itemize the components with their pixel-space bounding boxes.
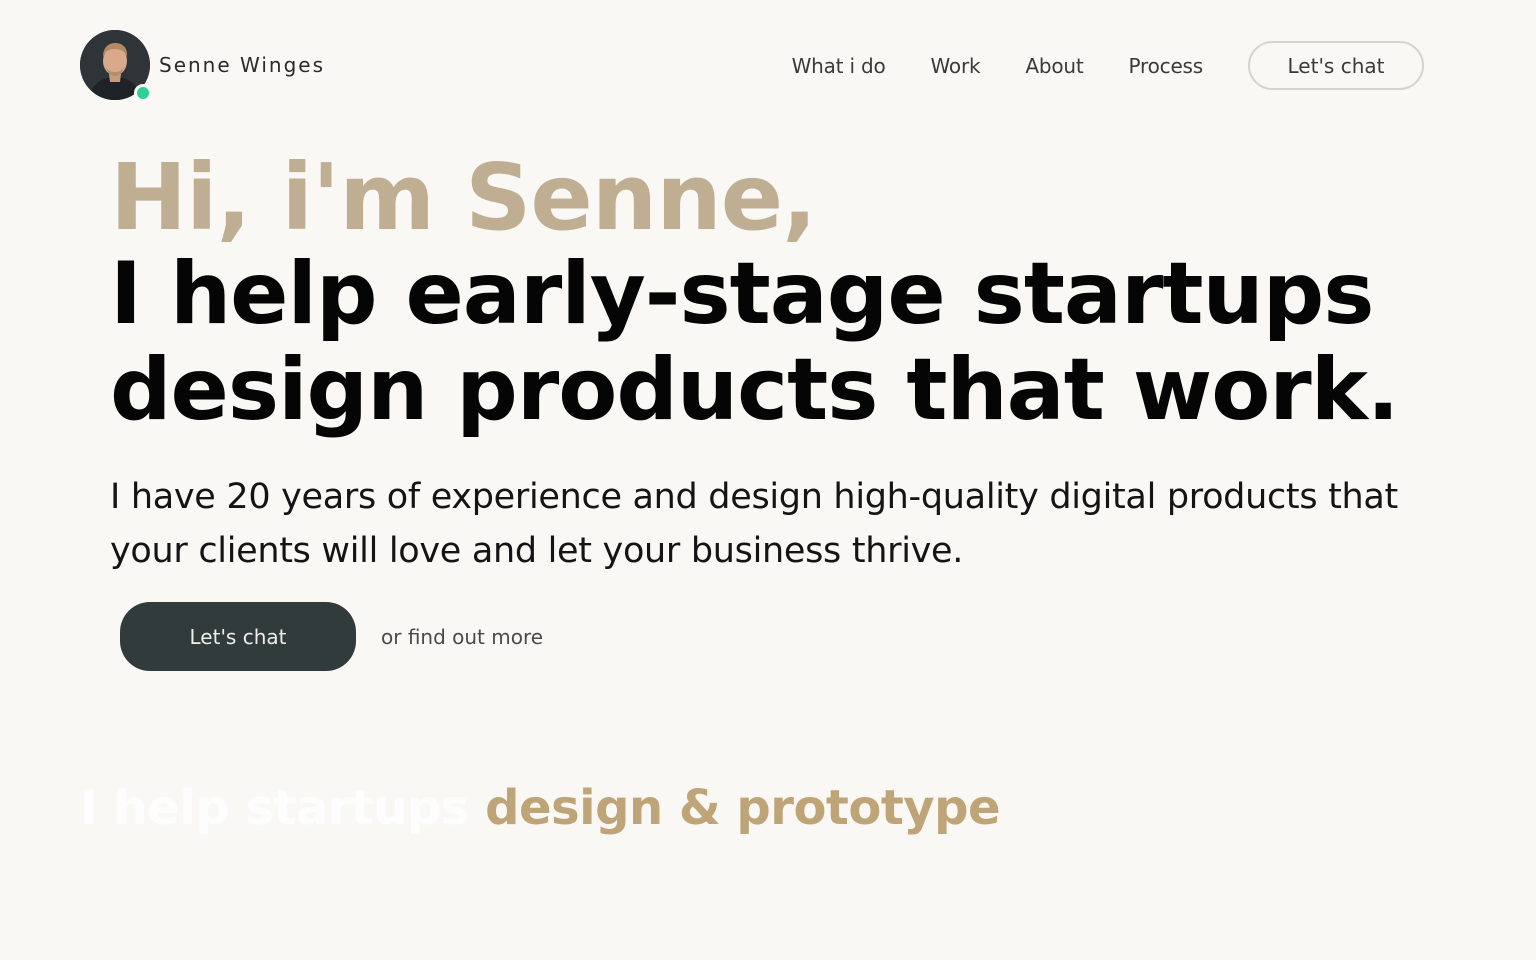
avatar bbox=[80, 30, 152, 102]
find-out-more-link[interactable]: or find out more bbox=[381, 625, 543, 649]
nav-item-about[interactable]: About bbox=[1025, 54, 1083, 78]
marquee-accent-text: design & prototype bbox=[485, 780, 1000, 836]
online-status-dot bbox=[134, 84, 152, 102]
site-header: Senne Winges What i do Work About Proces… bbox=[0, 0, 1536, 130]
hero-headline-line-1: I help early-stage startups bbox=[110, 244, 1374, 344]
nav-lets-chat-button[interactable]: Let's chat bbox=[1248, 41, 1424, 90]
nav-item-work[interactable]: Work bbox=[931, 54, 981, 78]
nav-item-what-i-do[interactable]: What i do bbox=[792, 54, 886, 78]
hero-section: Hi, i'm Senne, I help early-stage startu… bbox=[110, 150, 1430, 578]
hero-cta-row: Let's chat or find out more bbox=[120, 602, 543, 671]
brand-name: Senne Winges bbox=[159, 53, 326, 77]
page: Senne Winges What i do Work About Proces… bbox=[0, 0, 1536, 960]
main-nav: What i do Work About Process Let's chat bbox=[792, 41, 1424, 90]
hero-headline: I help early-stage startups design produ… bbox=[110, 246, 1430, 438]
hero-greeting: Hi, i'm Senne, bbox=[110, 144, 817, 251]
marquee-faded-text: I help startups bbox=[80, 780, 469, 836]
services-marquee: I help startups design & prototype bbox=[80, 780, 1000, 836]
nav-item-process[interactable]: Process bbox=[1129, 54, 1204, 78]
hero-headline-line-2: design products that work. bbox=[110, 340, 1400, 440]
hero-lets-chat-button[interactable]: Let's chat bbox=[120, 602, 356, 671]
hero-subtitle: I have 20 years of experience and design… bbox=[110, 477, 1398, 571]
brand-link[interactable]: Senne Winges bbox=[80, 30, 326, 102]
